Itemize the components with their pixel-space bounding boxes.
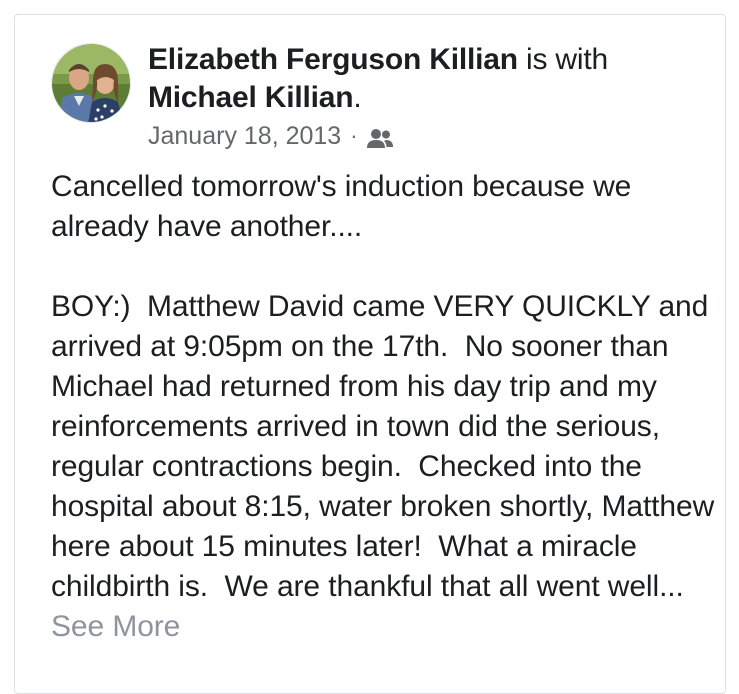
post-paragraph-2: BOY:) Matthew David came VERY QUICKLY an… [51,287,716,647]
meta-separator: · [350,123,358,148]
post-text: Cancelled tomorrow's induction because w… [51,167,716,647]
see-more-link[interactable]: See More [51,610,180,643]
post-headline: Elizabeth Ferguson Killian is with Micha… [148,41,708,117]
post-header: Elizabeth Ferguson Killian is with Micha… [148,41,708,153]
avatar[interactable] [51,43,131,123]
avatar-photo [52,44,130,122]
post-paragraph-2-text: BOY:) Matthew David came VERY QUICKLY an… [51,290,723,603]
post-paragraph-1: Cancelled tomorrow's induction because w… [51,170,640,243]
friends-icon[interactable] [366,125,394,148]
with-text: is with [517,43,608,76]
post-card: Elizabeth Ferguson Killian is with Micha… [14,14,726,694]
post-date-link[interactable]: January 18, 2013 [148,119,341,153]
author-name-link[interactable]: Elizabeth Ferguson Killian [148,43,518,76]
tagged-suffix: . [353,81,362,114]
tagged-name-link[interactable]: Michael Killian [148,81,354,114]
post-meta: January 18, 2013 · [148,119,708,153]
